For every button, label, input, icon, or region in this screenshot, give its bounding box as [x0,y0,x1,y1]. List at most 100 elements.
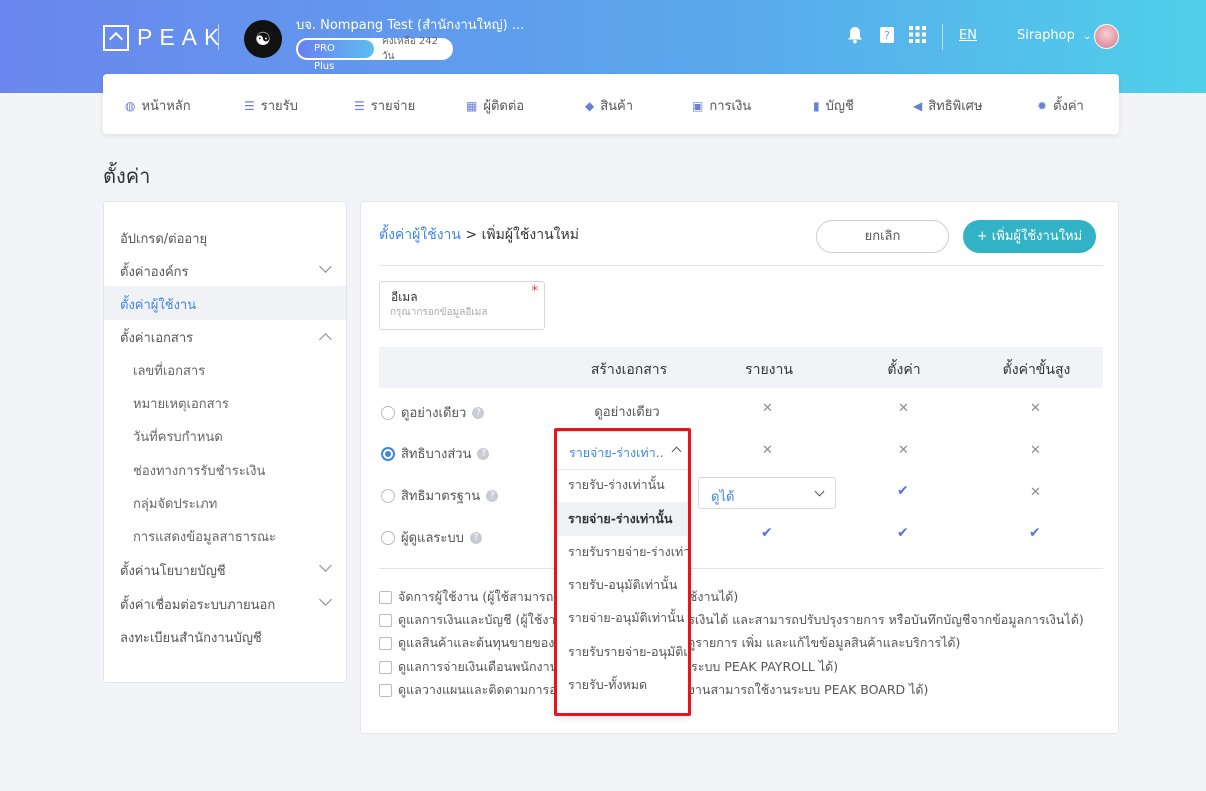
sidebar-item-due-date[interactable]: วันที่ครบกำหนด [133,426,223,447]
user-name: Siraphop [1017,28,1075,43]
help-icon[interactable]: ? [472,406,485,419]
report-permission-select[interactable]: ดูได้ [698,477,836,509]
peak-logo[interactable]: PEAK [103,24,226,51]
nav-expense[interactable]: ☰ รายจ่าย [354,95,415,116]
perm-finance-accounting[interactable]: ดูแลการเงินและบัญชี (ผู้ใช้งานสามารถเข้า… [379,610,1084,630]
nav-products[interactable]: ◆ สินค้า [585,95,633,116]
sidebar-item-users[interactable]: ตั้งค่าผู้ใช้งาน [120,294,196,315]
dropdown-option[interactable]: รายจ่าย-อนุมัติเท่านั้น [557,601,688,635]
sidebar-item-payment-channel[interactable]: ช่องทางการรับชำระเงิน [133,460,265,481]
email-field[interactable]: อีเมล * [379,281,545,330]
nav-finance[interactable]: ▣ การเงิน [692,95,751,116]
checkbox[interactable] [379,636,392,650]
breadcrumb-link[interactable]: ตั้งค่าผู้ใช้งาน [379,227,461,243]
sidebar-item-accounting-policy[interactable]: ตั้งค่านโยบายบัญชี [120,560,226,581]
x-icon: ✕ [1030,485,1041,500]
checkbox[interactable] [379,613,392,627]
user-menu[interactable]: Siraphop ⌄ [1017,28,1091,43]
logo-text: PEAK [137,24,227,50]
sidebar-item-accounting-firm[interactable]: ลงทะเบียนสำนักงานบัญชี [120,627,262,648]
contacts-icon: ▦ [466,98,478,113]
chevron-up-icon [671,446,682,457]
dropdown-option[interactable]: รายรับรายจ่าย-ร่างเท่านั้น [557,535,688,569]
nav-label: รายรับ [260,99,298,114]
help-icon[interactable]: ? [486,489,499,502]
sidebar-item-upgrade[interactable]: อัปเกรด/ต่ออายุ [120,228,207,249]
col-settings: ตั้งค่า [887,362,921,378]
dropdown-option[interactable]: รายรับรายจ่าย-อนุมัติเท่านั้น [557,635,688,669]
nav-dashboard[interactable]: ◍ หน้าหลัก [125,95,191,116]
plan-pill[interactable]: PRO Plus คงเหลือ 242 วัน [296,36,453,72]
nav-contacts[interactable]: ▦ ผู้ติดต่อ [466,95,524,116]
income-icon: ☰ [244,98,255,113]
sidebar-item-documents[interactable]: ตั้งค่าเอกสาร [120,327,193,348]
add-user-button[interactable]: + เพิ่มผู้ใช้งานใหม่ [963,220,1096,253]
radio-partial[interactable] [381,446,395,461]
company-name[interactable]: บจ. Nompang Test (สำนักงานใหญ่) ... [296,14,524,35]
settings-sidebar: อัปเกรด/ต่ออายุ ตั้งค่าองค์กร ตั้งค่าผู้… [103,201,347,683]
checkbox[interactable] [379,660,392,674]
radio-view-only[interactable] [381,405,395,420]
sidebar-item-doc-number[interactable]: เลขที่เอกสาร [133,360,205,381]
help-icon[interactable]: ? [469,531,482,544]
header-divider-2 [942,24,943,50]
divider [379,568,1103,569]
x-icon: ✕ [1030,401,1041,416]
sidebar-item-integrations[interactable]: ตั้งค่าเชื่อมต่อระบบภายนอก [120,594,275,615]
money-icon: ▣ [692,98,704,113]
chevron-down-icon[interactable] [319,559,332,572]
checkbox[interactable] [379,590,392,604]
language-switch[interactable]: EN [959,28,977,43]
x-icon: ✕ [898,443,909,458]
role-partial[interactable]: สิทธิบางส่วน ? [381,443,490,464]
nav-label: บัญชี [825,99,854,114]
header-divider [218,24,219,50]
radio-standard[interactable] [381,488,395,503]
cancel-button[interactable]: ยกเลิก [816,220,949,253]
radio-admin[interactable] [381,530,395,545]
chevron-up-icon[interactable] [319,333,332,346]
col-advanced-settings: ตั้งค่าขั้นสูง [1002,362,1071,378]
dropdown-option[interactable]: รายรับ-ทั้งหมด [557,668,688,702]
nav-label: ผู้ติดต่อ [483,99,525,114]
dropdown-option-active[interactable]: รายจ่าย-ร่างเท่านั้น [557,502,688,536]
breadcrumb-current: เพิ่มผู้ใช้งานใหม่ [481,227,579,243]
role-label: สิทธิมาตรฐาน [401,489,481,504]
help-icon[interactable]: ? [477,447,490,460]
role-admin[interactable]: ผู้ดูแลระบบ ? [381,527,482,548]
role-standard[interactable]: สิทธิมาตรฐาน ? [381,485,499,506]
role-view-only[interactable]: ดูอย่างเดียว ? [381,402,485,423]
checkbox[interactable] [379,683,392,697]
dropdown-option[interactable]: รายรับ-ร่างเท่านั้น [557,468,688,502]
role-label: สิทธิบางส่วน [401,447,472,462]
x-icon: ✕ [1030,443,1041,458]
col-report: รายงาน [745,362,793,378]
sidebar-item-doc-note[interactable]: หมายเหตุเอกสาร [133,393,229,414]
check-icon: ✔ [897,483,909,499]
nav-income[interactable]: ☰ รายรับ [244,95,298,116]
plan-remaining: คงเหลือ 242 วัน [382,36,438,62]
nav-label: หน้าหลัก [141,99,191,114]
company-logo-icon[interactable]: ☯ [244,20,282,58]
sidebar-item-public-info[interactable]: การแสดงข้อมูลสาธารณะ [133,526,276,547]
nav-privileges[interactable]: ◀ สิทธิพิเศษ [913,95,983,116]
sidebar-item-organization[interactable]: ตั้งค่าองค์กร [120,261,189,282]
bell-icon[interactable] [846,26,864,44]
dropdown-selected[interactable]: รายจ่าย-ร่างเท่า... [557,432,688,470]
email-input[interactable] [390,307,530,318]
email-label: อีเมล [391,290,418,304]
nav-settings[interactable]: ✹ ตั้งค่า [1037,95,1084,116]
chevron-down-icon[interactable] [319,260,332,273]
nav-accounting[interactable]: ▮ บัญชี [813,95,854,116]
dropdown-option[interactable]: รายรับ-อนุมัติเท่านั้น [557,568,688,602]
create-doc-dropdown[interactable]: รายจ่าย-ร่างเท่า... รายรับ-ร่างเท่านั้น … [556,431,689,715]
apps-grid-icon[interactable] [908,26,926,44]
logo-mark-icon [103,24,129,51]
help-book-icon[interactable]: ? [878,26,896,44]
nav-label: ตั้งค่า [1053,99,1084,114]
chevron-down-icon[interactable] [319,593,332,606]
check-icon: ✔ [1029,525,1041,541]
user-avatar[interactable] [1094,24,1119,49]
sidebar-item-category-group[interactable]: กลุ่มจัดประเภท [133,493,217,514]
gear-icon: ✹ [1037,98,1048,113]
